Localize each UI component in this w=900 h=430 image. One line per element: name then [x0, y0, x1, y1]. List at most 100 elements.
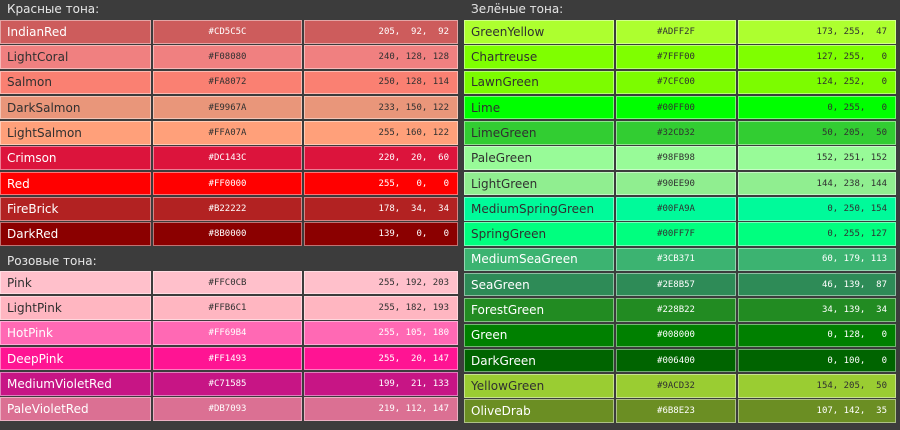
hex-code-cell: #CD5C5C: [153, 20, 302, 44]
rgb-value-cell: 0, 255, 127: [738, 222, 896, 246]
hex-code-cell: #00FF00: [616, 95, 736, 120]
table-row: Lime #00FF00 0, 255, 0: [464, 95, 900, 120]
left-column: Красные тона: IndianRed #CD5C5C 205, 92, 9…: [0, 0, 462, 423]
rgb-value-cell: 233, 150, 122: [304, 95, 458, 120]
hex-code-cell: #006400: [616, 348, 736, 373]
table-row: SeaGreen #2E8B57 46, 139, 87: [464, 272, 900, 297]
table-row: IndianRed #CD5C5C 205, 92, 92: [0, 20, 462, 44]
color-table-pink: Pink #FFC0CB 255, 192, 203 LightPink #FFB6C…: [0, 270, 462, 421]
table-row: Red #FF0000 255, 0, 0: [0, 171, 462, 196]
hex-code-cell: #B22222: [153, 197, 302, 221]
table-row: YellowGreen #9ACD32 154, 205, 50: [464, 374, 900, 398]
rgb-value-cell: 124, 252, 0: [738, 70, 896, 95]
table-row: DarkGreen #006400 0, 100, 0: [464, 348, 900, 373]
table-row: Pink #FFC0CB 255, 192, 203: [0, 270, 462, 295]
rgb-value-cell: 255, 20, 147: [304, 346, 458, 371]
table-row: Green #008000 0, 128, 0: [464, 323, 900, 348]
hex-code-cell: #F08080: [153, 45, 302, 69]
rgb-value-cell: 152, 251, 152: [738, 146, 896, 170]
hex-code-cell: #FA8072: [153, 70, 302, 95]
color-name-cell: LimeGreen: [464, 121, 614, 145]
hex-code-cell: #98FB98: [616, 146, 736, 170]
table-row: DarkSalmon #E9967A 233, 150, 122: [0, 95, 462, 120]
table-row: DeepPink #FF1493 255, 20, 147: [0, 346, 462, 371]
hex-code-cell: #ADFF2F: [616, 20, 736, 44]
rgb-value-cell: 0, 100, 0: [738, 348, 896, 373]
table-row: DarkRed #8B0000 139, 0, 0: [0, 222, 462, 246]
color-name-cell: IndianRed: [0, 20, 151, 44]
table-row: PaleGreen #98FB98 152, 251, 152: [464, 146, 900, 170]
rgb-value-cell: 220, 20, 60: [304, 146, 458, 170]
color-name-cell: OliveDrab: [464, 399, 614, 423]
color-name-cell: MediumSeaGreen: [464, 247, 614, 272]
table-row: HotPink #FF69B4 255, 105, 180: [0, 321, 462, 345]
color-name-cell: DeepPink: [0, 346, 151, 371]
rgb-value-cell: 205, 92, 92: [304, 20, 458, 44]
color-name-cell: LightSalmon: [0, 121, 151, 145]
color-name-cell: YellowGreen: [464, 374, 614, 398]
hex-code-cell: #6B8E23: [616, 399, 736, 423]
rgb-value-cell: 144, 238, 144: [738, 171, 896, 196]
group-title-green: Зелёные тона:: [471, 2, 564, 16]
color-name-cell: LightCoral: [0, 45, 151, 69]
rgb-value-cell: 127, 255, 0: [738, 45, 896, 69]
table-row: PaleVioletRed #DB7093 219, 112, 147: [0, 397, 462, 421]
table-row: SpringGreen #00FF7F 0, 255, 127: [464, 222, 900, 246]
color-name-cell: Red: [0, 171, 151, 196]
hex-code-cell: #90EE90: [616, 171, 736, 196]
rgb-value-cell: 173, 255, 47: [738, 20, 896, 44]
hex-code-cell: #008000: [616, 323, 736, 348]
rgb-value-cell: 107, 142, 35: [738, 399, 896, 423]
color-name-cell: DarkGreen: [464, 348, 614, 373]
color-name-cell: FireBrick: [0, 197, 151, 221]
hex-code-cell: #3CB371: [616, 247, 736, 272]
table-row: Chartreuse #7FFF00 127, 255, 0: [464, 45, 900, 69]
color-name-cell: LightGreen: [464, 171, 614, 196]
color-name-cell: MediumVioletRed: [0, 372, 151, 396]
color-name-cell: Green: [464, 323, 614, 348]
group-title-pink: Розовые тона:: [7, 253, 97, 268]
hex-code-cell: #2E8B57: [616, 272, 736, 297]
hex-code-cell: #32CD32: [616, 121, 736, 145]
color-name-cell: HotPink: [0, 321, 151, 345]
hex-code-cell: #9ACD32: [616, 374, 736, 398]
color-name-cell: Lime: [464, 95, 614, 120]
table-row: LightPink #FFB6C1 255, 182, 193: [0, 296, 462, 320]
right-column: Зелёные тона: GreenYellow #ADFF2F 173, 255…: [464, 0, 900, 425]
table-row: Crimson #DC143C 220, 20, 60: [0, 146, 462, 170]
rgb-value-cell: 240, 128, 128: [304, 45, 458, 69]
rgb-value-cell: 139, 0, 0: [304, 222, 458, 246]
group-title-red: Красные тона:: [7, 2, 100, 16]
color-name-cell: MediumSpringGreen: [464, 197, 614, 221]
table-row: FireBrick #B22222 178, 34, 34: [0, 197, 462, 221]
hex-code-cell: #DC143C: [153, 146, 302, 170]
color-name-cell: SpringGreen: [464, 222, 614, 246]
table-row: GreenYellow #ADFF2F 173, 255, 47: [464, 20, 900, 44]
hex-code-cell: #7FFF00: [616, 45, 736, 69]
rgb-value-cell: 199, 21, 133: [304, 372, 458, 396]
rgb-value-cell: 60, 179, 113: [738, 247, 896, 272]
color-table-green: GreenYellow #ADFF2F 173, 255, 47 Chartreus…: [464, 20, 900, 423]
color-name-cell: LightPink: [0, 296, 151, 320]
color-name-cell: DarkRed: [0, 222, 151, 246]
color-name-cell: LawnGreen: [464, 70, 614, 95]
table-row: LightSalmon #FFA07A 255, 160, 122: [0, 121, 462, 145]
hex-code-cell: #FFC0CB: [153, 270, 302, 295]
rgb-value-cell: 0, 255, 0: [738, 95, 896, 120]
table-row: MediumSpringGreen #00FA9A 0, 250, 154: [464, 197, 900, 221]
color-name-cell: ForestGreen: [464, 298, 614, 322]
table-row: LimeGreen #32CD32 50, 205, 50: [464, 121, 900, 145]
rgb-value-cell: 34, 139, 34: [738, 298, 896, 322]
hex-code-cell: #FF1493: [153, 346, 302, 371]
hex-code-cell: #FFB6C1: [153, 296, 302, 320]
table-row: ForestGreen #228B22 34, 139, 34: [464, 298, 900, 322]
hex-code-cell: #7CFC00: [616, 70, 736, 95]
rgb-value-cell: 255, 182, 193: [304, 296, 458, 320]
table-row: Salmon #FA8072 250, 128, 114: [0, 70, 462, 95]
rgb-value-cell: 255, 0, 0: [304, 171, 458, 196]
table-row: OliveDrab #6B8E23 107, 142, 35: [464, 399, 900, 423]
table-row: LightGreen #90EE90 144, 238, 144: [464, 171, 900, 196]
hex-code-cell: #C71585: [153, 372, 302, 396]
color-name-cell: Crimson: [0, 146, 151, 170]
color-name-cell: PaleGreen: [464, 146, 614, 170]
